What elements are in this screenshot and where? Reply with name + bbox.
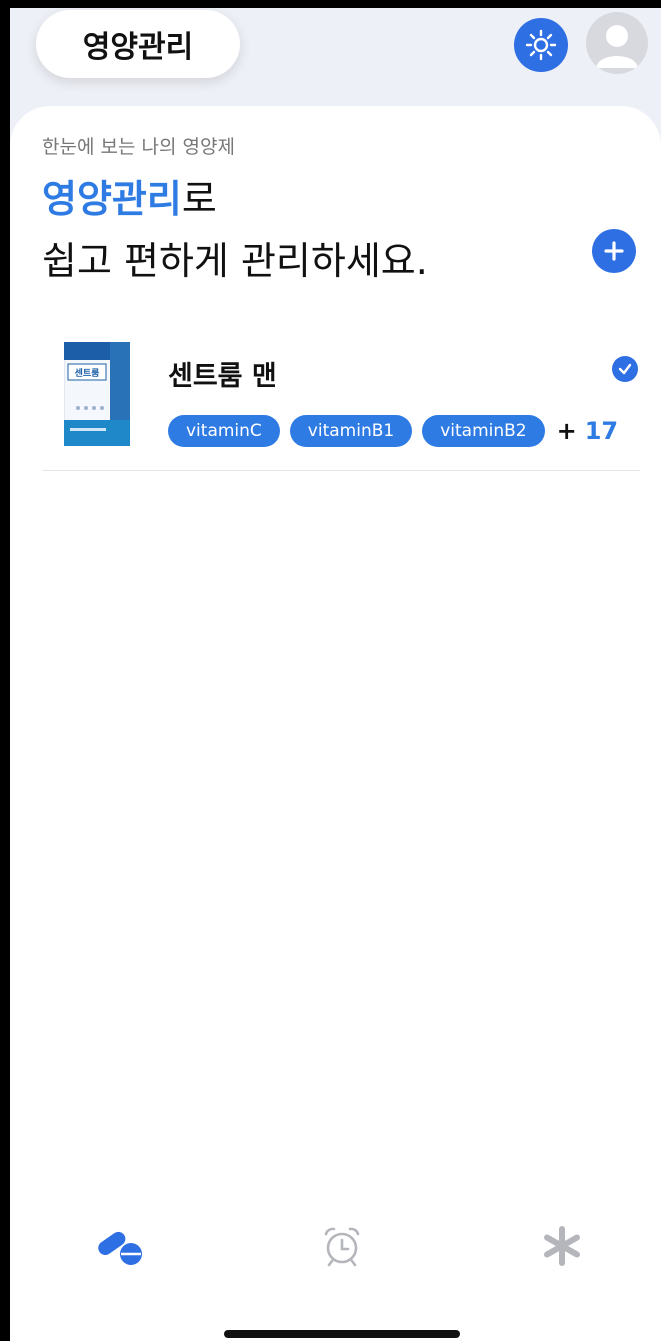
product-box-label: 센트룸 [75,367,100,379]
tab-alarm[interactable] [312,1216,372,1276]
top-black-band [0,0,485,8]
nutrient-tag: vitaminB1 [289,415,413,447]
add-supplement-button[interactable] [592,229,636,273]
asterisk-icon [544,1226,580,1266]
supplement-name: 센트룸 맨 [168,361,277,392]
profile-avatar[interactable] [586,12,648,74]
product-image: 센트룸 [64,342,130,446]
tab-supplements[interactable] [90,1216,150,1276]
supplement-list-item[interactable]: 센트룸 센트룸 맨 vitaminC vitaminB1 vitaminB2 +… [42,326,640,471]
pill-icon [98,1231,142,1265]
intro-headline-line2: 쉽고 편하게 관리하세요. [42,239,428,283]
bottom-tab-bar [10,1216,661,1276]
plus-icon [604,241,624,261]
theme-toggle-button[interactable] [514,18,568,72]
sun-icon [525,29,557,61]
app-title-pill: 영양관리 [36,10,240,78]
more-tags-plus: + [556,417,577,445]
nutrient-tags: vitaminC vitaminB1 vitaminB2 + 17 [168,414,618,448]
tab-other[interactable] [532,1216,592,1276]
nutrient-tag: vitaminB2 [422,415,545,447]
intro-headline-line1: 영양관리로 [42,168,217,223]
more-tags-count: 17 [584,417,619,445]
home-indicator [224,1330,460,1338]
headline-accent: 영양관리 [42,177,182,221]
intro-subtitle: 한눈에 보는 나의 영양제 [42,136,235,158]
app-screen: 영양관리 한눈에 보는 나의 영양제 영양관리로 쉽고 편하게 관리하세요. 센… [10,8,661,1341]
nutrient-tag: vitaminC [168,415,280,447]
alarm-clock-icon [324,1227,360,1267]
check-icon [618,363,632,375]
main-card: 한눈에 보는 나의 영양제 영양관리로 쉽고 편하게 관리하세요. 센트룸 센트… [10,106,661,1341]
user-icon [596,25,638,68]
app-title: 영양관리 [82,30,194,65]
headline-rest: 로 [181,177,217,221]
selected-check[interactable] [612,356,638,382]
